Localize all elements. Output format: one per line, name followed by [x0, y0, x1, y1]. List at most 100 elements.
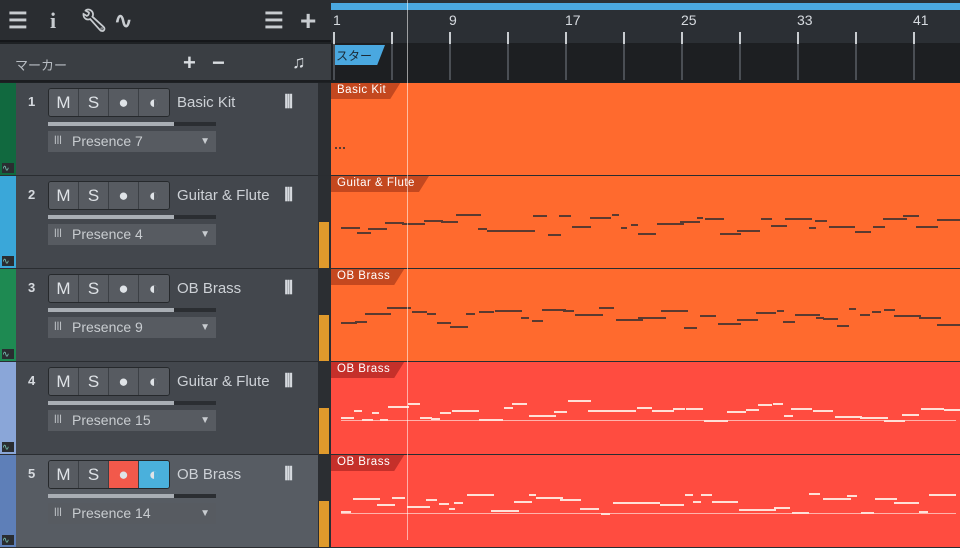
list-icon[interactable]: ☰	[264, 8, 284, 34]
midi-note	[343, 147, 345, 149]
mute-button[interactable]: M	[49, 182, 79, 209]
automation-icon[interactable]: ∿	[114, 8, 132, 34]
midi-note	[680, 221, 701, 224]
volume-slider[interactable]	[48, 494, 216, 498]
preset-dropdown[interactable]: ꟾꟾꟾ Presence 9 ▼	[48, 317, 216, 338]
ruler-tick	[507, 32, 509, 44]
instrument-keyboard-icon[interactable]: ꟾꟾꟾ	[284, 466, 293, 484]
midi-note	[936, 219, 960, 222]
track-color-strip[interactable]: ∿	[0, 269, 16, 361]
timeline-ruler[interactable]: スタート 1 9 17 25 33 41	[331, 0, 960, 82]
monitor-button[interactable]: ◐	[139, 89, 169, 116]
mute-button[interactable]: M	[49, 275, 79, 302]
clip-label: OB Brass	[331, 455, 404, 471]
track-header[interactable]: ∿ 3 M S ● ◐ OB Brass ꟾꟾꟾ ꟾꟾꟾ Presence 9 …	[0, 269, 331, 362]
track-name[interactable]: OB Brass	[177, 466, 241, 483]
record-arm-button[interactable]: ●	[109, 461, 139, 488]
track-color-strip[interactable]: ∿	[0, 176, 16, 268]
midi-note	[572, 226, 591, 229]
midi-note	[784, 218, 813, 221]
track-name[interactable]: Guitar & Flute	[177, 373, 270, 390]
track-buttons: M S ● ◐	[48, 274, 170, 303]
preset-dropdown[interactable]: ꟾꟾꟾ Presence 14 ▼	[48, 503, 216, 524]
midi-note	[528, 493, 536, 496]
track-header[interactable]: ∿ 4 M S ● ◐ Guitar & Flute ꟾꟾꟾ ꟾꟾꟾ Prese…	[0, 362, 331, 455]
menu-icon[interactable]: ☰	[8, 8, 28, 34]
record-arm-button[interactable]: ●	[109, 368, 139, 395]
info-icon[interactable]: i	[50, 8, 56, 34]
monitor-button[interactable]: ◐	[139, 275, 169, 302]
event-clip[interactable]: OB Brass	[331, 362, 960, 455]
preset-dropdown[interactable]: ꟾꟾꟾ Presence 15 ▼	[48, 410, 216, 431]
solo-button[interactable]: S	[79, 368, 109, 395]
automation-icon[interactable]: ∿	[2, 535, 14, 545]
instrument-keyboard-icon[interactable]: ꟾꟾꟾ	[284, 187, 293, 205]
midi-note	[423, 220, 444, 223]
midi-note	[634, 502, 660, 505]
track-name[interactable]: Guitar & Flute	[177, 187, 270, 204]
automation-icon[interactable]: ∿	[2, 442, 14, 452]
midi-note	[371, 412, 380, 415]
loop-range[interactable]	[331, 3, 960, 10]
midi-note	[598, 307, 614, 310]
record-arm-button[interactable]: ●	[109, 275, 139, 302]
instrument-keyboard-icon[interactable]: ꟾꟾꟾ	[284, 373, 293, 391]
mute-button[interactable]: M	[49, 89, 79, 116]
add-marker-button[interactable]: +	[183, 50, 196, 76]
monitor-button[interactable]: ◐	[139, 182, 169, 209]
midi-note	[339, 147, 341, 149]
track-name[interactable]: Basic Kit	[177, 94, 235, 111]
monitor-button[interactable]: ◐	[139, 461, 169, 488]
note-icon[interactable]: ♫	[292, 52, 306, 73]
solo-button[interactable]: S	[79, 182, 109, 209]
event-clip[interactable]: Basic Kit	[331, 83, 960, 176]
instrument-keyboard-icon[interactable]: ꟾꟾꟾ	[284, 280, 293, 298]
preset-dropdown[interactable]: ꟾꟾꟾ Presence 4 ▼	[48, 224, 216, 245]
preset-name: Presence 14	[72, 505, 151, 521]
event-clip[interactable]: OB Brass	[331, 269, 960, 362]
midi-note	[589, 216, 611, 219]
record-arm-button[interactable]: ●	[109, 89, 139, 116]
automation-icon[interactable]: ∿	[2, 256, 14, 266]
volume-slider[interactable]	[48, 215, 216, 219]
track-color-strip[interactable]: ∿	[0, 83, 16, 175]
keyboard-icon: ꟾꟾꟾ	[54, 136, 62, 146]
bar-number: 9	[449, 12, 457, 28]
monitor-button[interactable]: ◐	[139, 368, 169, 395]
record-arm-button[interactable]: ●	[109, 182, 139, 209]
bar-number: 41	[913, 12, 929, 28]
bar-number: 25	[681, 12, 697, 28]
add-track-icon[interactable]: +	[300, 7, 316, 35]
track-header[interactable]: ∿ 2 M S ● ◐ Guitar & Flute ꟾꟾꟾ ꟾꟾꟾ Prese…	[0, 176, 331, 269]
preset-dropdown[interactable]: ꟾꟾꟾ Presence 7 ▼	[48, 131, 216, 152]
midi-note	[916, 226, 939, 229]
midi-note	[356, 232, 372, 235]
track-header[interactable]: ∿ 1 M S ● ◐ Basic Kit ꟾꟾꟾ ꟾꟾꟾ Presence 7…	[0, 83, 331, 176]
volume-slider[interactable]	[48, 122, 216, 126]
remove-marker-button[interactable]: −	[212, 50, 225, 76]
solo-button[interactable]: S	[79, 461, 109, 488]
mute-button[interactable]: M	[49, 461, 79, 488]
playhead[interactable]	[407, 0, 408, 540]
instrument-keyboard-icon[interactable]: ꟾꟾꟾ	[284, 94, 293, 112]
solo-button[interactable]: S	[79, 275, 109, 302]
ruler-tick	[449, 32, 451, 44]
midi-note	[893, 314, 922, 317]
track-name[interactable]: OB Brass	[177, 280, 241, 297]
track-color-strip[interactable]: ∿	[0, 362, 16, 454]
track-header[interactable]: ∿ 5 M S ● ◐ OB Brass ꟾꟾꟾ ꟾꟾꟾ Presence 14…	[0, 455, 331, 548]
wrench-icon[interactable]: 🔧︎	[80, 8, 108, 34]
midi-note	[700, 314, 716, 317]
volume-slider[interactable]	[48, 401, 216, 405]
track-color-strip[interactable]: ∿	[0, 455, 16, 547]
automation-icon[interactable]: ∿	[2, 163, 14, 173]
event-clip[interactable]: OB Brass	[331, 455, 960, 548]
mute-button[interactable]: M	[49, 368, 79, 395]
automation-icon[interactable]: ∿	[2, 349, 14, 359]
midi-note	[560, 498, 581, 501]
solo-button[interactable]: S	[79, 89, 109, 116]
start-marker[interactable]: スタート	[333, 45, 385, 65]
midi-note	[773, 506, 790, 509]
volume-slider[interactable]	[48, 308, 216, 312]
event-clip[interactable]: Guitar & Flute	[331, 176, 960, 269]
